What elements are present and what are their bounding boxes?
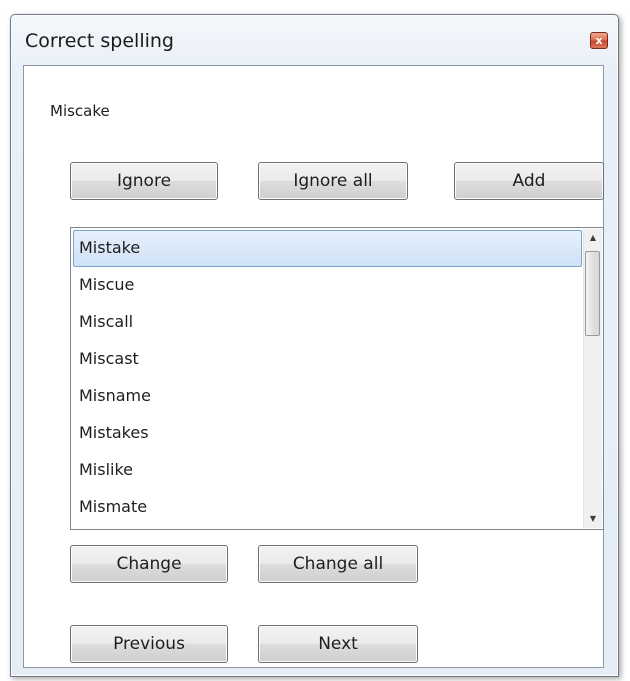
suggestion-item[interactable]: Miscue <box>73 267 582 304</box>
change-button[interactable]: Change <box>70 545 228 583</box>
previous-button[interactable]: Previous <box>70 625 228 663</box>
suggestion-item[interactable]: Mismate <box>73 489 582 526</box>
dialog-content: Miscake Ignore Ignore all Add Mistake Mis… <box>23 65 604 668</box>
suggestions-list: Mistake Miscue Miscall Miscast Misname Mistak… <box>73 230 582 527</box>
ignore-all-button[interactable]: Ignore all <box>258 162 408 200</box>
vertical-scrollbar[interactable]: ▲ ▼ <box>583 229 602 528</box>
suggestion-item[interactable]: Miscast <box>73 341 582 378</box>
title-bar[interactable]: Correct spelling x <box>11 15 618 65</box>
suggestions-listbox[interactable]: Mistake Miscue Miscall Miscast Misname Mistak… <box>70 227 604 530</box>
scrollbar-thumb[interactable] <box>585 251 600 336</box>
suggestion-item[interactable]: Mistakes <box>73 415 582 452</box>
ignore-button[interactable]: Ignore <box>70 162 218 200</box>
change-all-button[interactable]: Change all <box>258 545 418 583</box>
next-button[interactable]: Next <box>258 625 418 663</box>
suggestion-item[interactable]: Miscall <box>73 304 582 341</box>
scroll-up-arrow-icon[interactable]: ▲ <box>584 229 602 247</box>
close-icon: x <box>595 34 603 47</box>
suggestion-item[interactable]: Mistake <box>73 230 582 267</box>
dialog-title: Correct spelling <box>25 30 174 52</box>
suggestion-item[interactable]: Misname <box>73 378 582 415</box>
spelling-dialog: Correct spelling x Miscake Ignore Ignore… <box>10 14 619 677</box>
close-button[interactable]: x <box>590 32 608 49</box>
add-button[interactable]: Add <box>454 162 604 200</box>
suggestion-item[interactable]: Mislike <box>73 452 582 489</box>
scroll-down-arrow-icon[interactable]: ▼ <box>584 510 602 528</box>
misspelled-word: Miscake <box>50 102 110 120</box>
